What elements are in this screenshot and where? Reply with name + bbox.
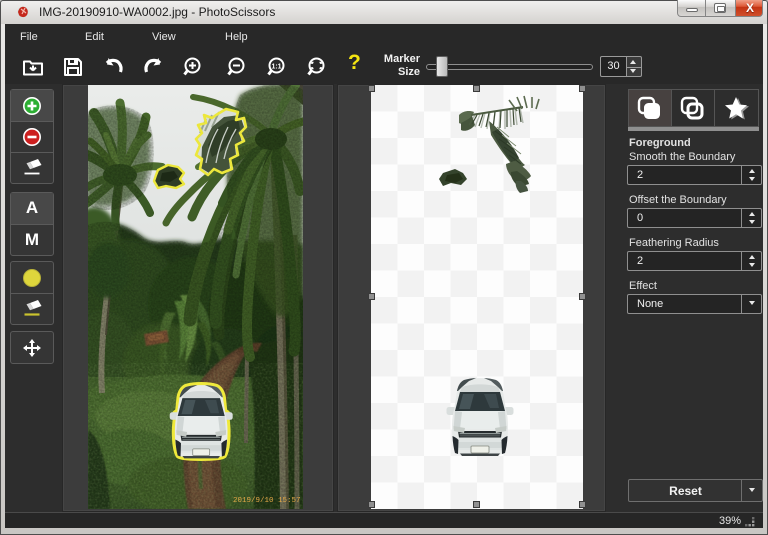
svg-text:2019/9/10 15:57: 2019/9/10 15:57 xyxy=(233,497,301,505)
svg-text:1:1: 1:1 xyxy=(271,64,281,71)
